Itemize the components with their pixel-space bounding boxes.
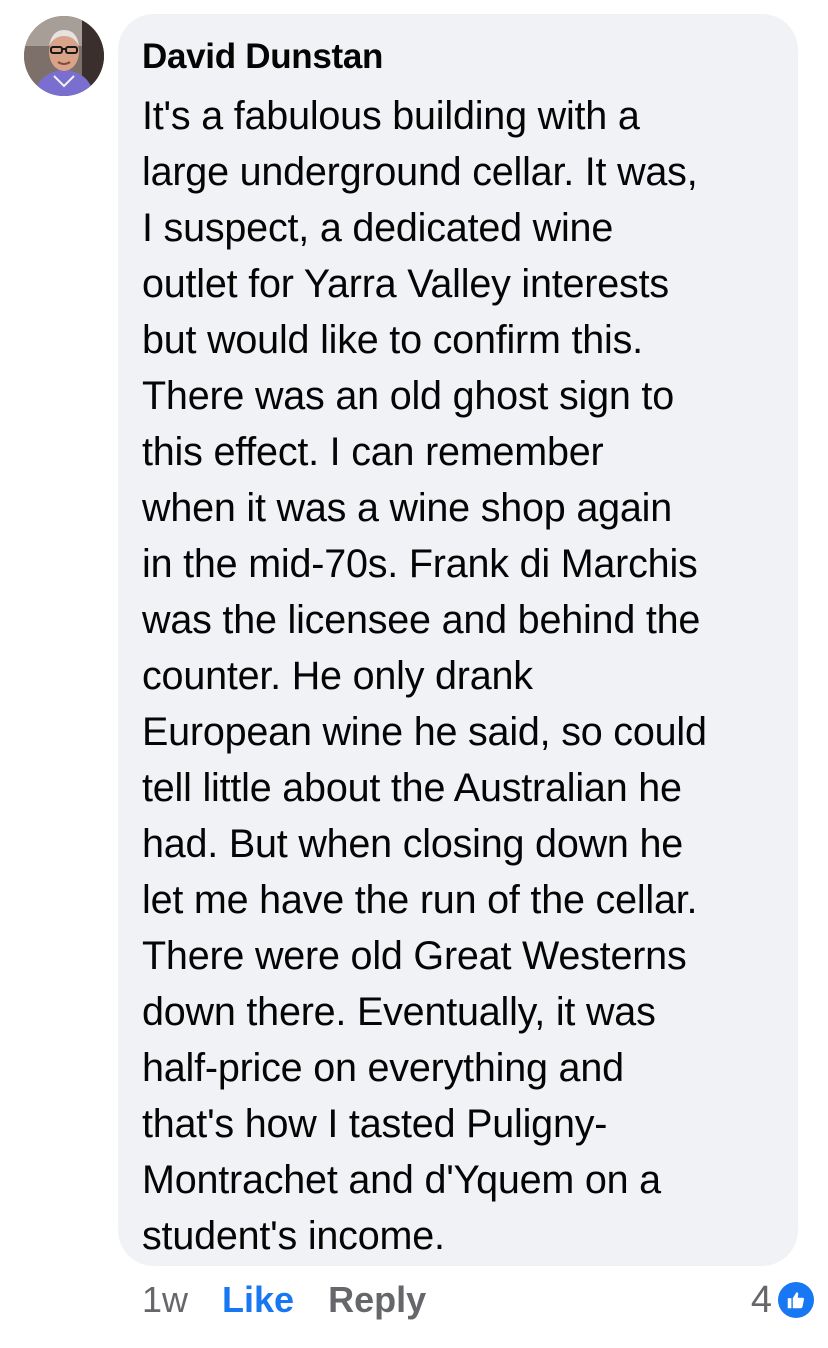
comment-line: tell little about the Australian he — [142, 766, 682, 810]
comment-actions: 1w Like Reply — [142, 1275, 426, 1325]
comment-bubble: David Dunstan It's a fabulous building w… — [118, 14, 798, 1266]
comment-line: in the mid-70s. Frank di Marchis — [142, 542, 698, 586]
like-button[interactable]: Like — [222, 1279, 294, 1321]
comment-line: down there. Eventually, it was — [142, 990, 656, 1034]
comment-line: this effect. I can remember — [142, 430, 604, 474]
comment-line: let me have the run of the cellar. — [142, 878, 698, 922]
comment-line: but would like to confirm this. — [142, 318, 643, 362]
comment-line: that's how I tasted Puligny- — [142, 1102, 608, 1146]
comment-author[interactable]: David Dunstan — [142, 36, 780, 78]
comment-line: counter. He only drank — [142, 654, 533, 698]
comment-line: student's income. — [142, 1214, 445, 1258]
comment-line: There were old Great Westerns — [142, 934, 687, 978]
avatar-photo — [24, 16, 104, 96]
comment-line: half-price on everything and — [142, 1046, 624, 1090]
comment-body: It's a fabulous building with a large und… — [142, 88, 780, 1264]
comment-line: I suspect, a dedicated wine — [142, 206, 614, 250]
like-thumb-icon — [778, 1282, 814, 1318]
comment-line: Montrachet and d'Yquem on a — [142, 1158, 661, 1202]
comment-line: was the licensee and behind the — [142, 598, 701, 642]
author-avatar[interactable] — [24, 16, 104, 96]
comment-line: had. But when closing down he — [142, 822, 683, 866]
comment-line: outlet for Yarra Valley interests — [142, 262, 669, 306]
comment-timestamp[interactable]: 1w — [142, 1279, 188, 1321]
comment-line: large underground cellar. It was, — [142, 150, 698, 194]
comment-line: There was an old ghost sign to — [142, 374, 674, 418]
comment-line: It's a fabulous building with a — [142, 94, 640, 138]
comment-line: when it was a wine shop again — [142, 486, 672, 530]
reaction-count: 4 — [750, 1278, 772, 1321]
comment-line: European wine he said, so could — [142, 710, 707, 754]
reply-button[interactable]: Reply — [328, 1279, 426, 1321]
reaction-summary[interactable]: 4 — [751, 1275, 814, 1325]
